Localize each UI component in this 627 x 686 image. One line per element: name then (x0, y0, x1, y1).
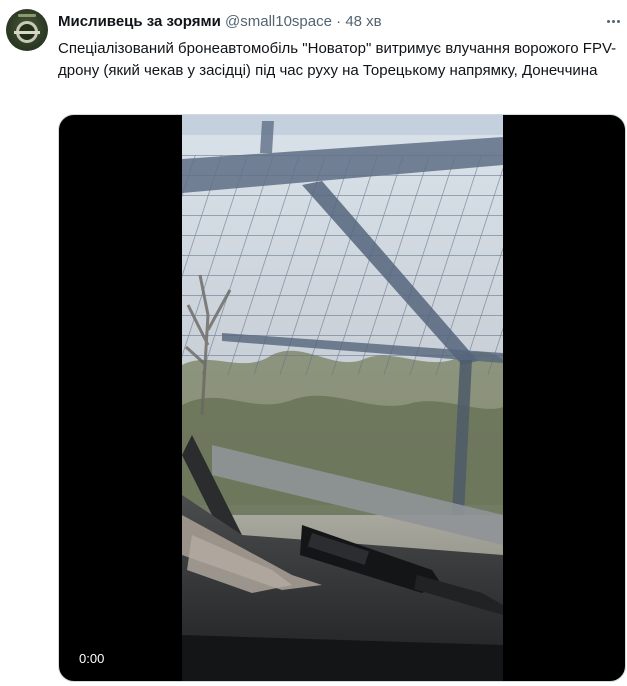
author-avatar[interactable] (6, 9, 48, 51)
video-timestamp: 0:00 (79, 651, 105, 666)
tweet-header: Мисливець за зорями @small10space · 48 х… (58, 12, 382, 32)
author-name[interactable]: Мисливець за зорями (58, 13, 221, 30)
more-dots-icon[interactable] (603, 12, 623, 30)
video-frame (182, 115, 503, 681)
video-player[interactable]: 0:00 (58, 114, 626, 682)
tweet-card[interactable]: Мисливець за зорями @small10space · 48 х… (0, 0, 627, 686)
separator-dot: · (336, 13, 342, 30)
author-handle[interactable]: @small10space (225, 13, 332, 30)
tweet-text: Спеціалізований бронеавтомобіль "Новатор… (58, 38, 622, 82)
avatar-emblem-bar (14, 31, 40, 34)
tweet-time[interactable]: 48 хв (345, 13, 381, 30)
tweet-text-body: Спеціалізований бронеавтомобіль "Новатор… (58, 40, 617, 79)
avatar-emblem-text-icon (18, 14, 36, 17)
